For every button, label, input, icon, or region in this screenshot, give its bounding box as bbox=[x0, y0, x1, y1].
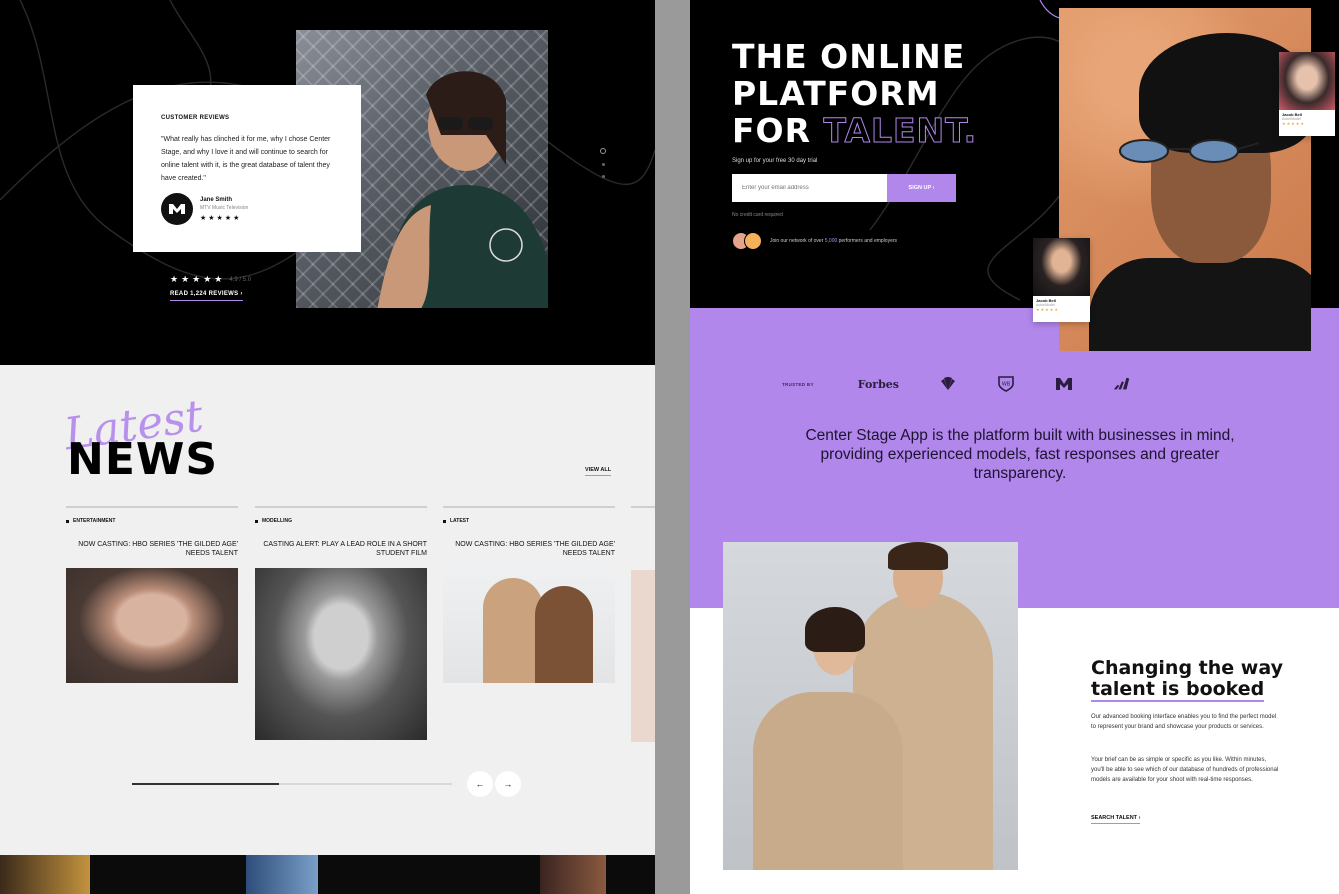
footer-thumb bbox=[246, 855, 318, 894]
trusted-logos: TRUSTED BY Forbes WB bbox=[782, 376, 1131, 392]
read-reviews-link[interactable]: READ 1,224 REVIEWS › bbox=[170, 291, 243, 301]
news-image-portrait[interactable] bbox=[66, 568, 238, 683]
review-author: Jane Smith MTV Music Television ★★★★★ bbox=[161, 193, 248, 225]
talent-stars: ★★★★★ bbox=[1282, 121, 1305, 126]
talent-mini-card[interactable]: Jacob Bell Actor/Model ★★★★★ bbox=[1279, 52, 1335, 136]
news-headline[interactable]: CASTING ALERT: PLAY A LEAD ROLE IN A SHO… bbox=[255, 540, 427, 562]
news-image-couple[interactable] bbox=[443, 568, 615, 683]
signup-form: SIGN UP › bbox=[732, 174, 956, 202]
hero-headline: THE ONLINE PLATFORM FOR TALENT. bbox=[732, 37, 978, 150]
couple-photo bbox=[723, 542, 1018, 870]
hero-subtitle: Sign up for your free 30 day trial bbox=[732, 158, 818, 164]
feature-heading: Changing the way talent is booked bbox=[1091, 657, 1283, 702]
news-card[interactable]: ENTERTAINMENT NOW CASTING: HBO SERIES 'T… bbox=[66, 506, 238, 683]
news-headline[interactable]: NOW CASTING: HBO SERIES 'THE GILDED AGE'… bbox=[443, 540, 615, 562]
news-category: ENTERTAINMENT bbox=[66, 518, 238, 524]
email-input[interactable] bbox=[732, 174, 887, 202]
mtv-logo-icon bbox=[1055, 376, 1073, 392]
talent-mini-card[interactable]: Jacob Bell Actor/Model ★★★★★ bbox=[1033, 238, 1090, 322]
carousel-dots bbox=[600, 148, 606, 187]
forbes-logo: Forbes bbox=[857, 377, 899, 391]
footer-image-strip bbox=[0, 855, 655, 894]
feature-paragraph: Your brief can be as simple or specific … bbox=[1091, 757, 1279, 783]
reviews-hero-section: CUSTOMER REVIEWS "What really has clinch… bbox=[0, 0, 655, 365]
news-heading: NEWS bbox=[67, 434, 219, 485]
news-headline[interactable]: NOW CASTING: HBO SERIES 'THE GILDED AGE'… bbox=[66, 540, 238, 562]
avatar bbox=[744, 232, 762, 250]
news-card[interactable]: LATEST NOW CASTING: HBO SERIES 'THE GILD… bbox=[443, 506, 615, 683]
footer-thumb bbox=[0, 855, 90, 894]
talent-stars: ★★★★★ bbox=[1036, 307, 1059, 312]
next-arrow-button[interactable]: → bbox=[495, 771, 521, 797]
warner-bros-logo-icon: WB bbox=[997, 376, 1015, 392]
right-page-mockup: THE ONLINE PLATFORM FOR TALENT. Sign up … bbox=[690, 0, 1339, 894]
trusted-label: TRUSTED BY bbox=[782, 381, 814, 387]
overall-rating: ★★★★★ 4.9 / 5.0 bbox=[170, 274, 251, 285]
rating-score: 4.9 / 5.0 bbox=[229, 276, 252, 283]
news-category: LATEST bbox=[443, 518, 615, 524]
signup-button[interactable]: SIGN UP › bbox=[887, 174, 956, 202]
news-image-bw-portrait[interactable] bbox=[255, 568, 427, 740]
left-page-mockup: CUSTOMER REVIEWS "What really has clinch… bbox=[0, 0, 655, 894]
talent-name: Jacob Bell bbox=[1036, 298, 1057, 303]
rating-stars: ★★★★★ bbox=[170, 274, 226, 284]
view-all-link[interactable]: VIEW ALL bbox=[585, 467, 612, 476]
slider-progress-track[interactable] bbox=[132, 783, 452, 785]
news-card[interactable]: MODELLING CASTING ALERT: PLAY A LEAD ROL… bbox=[255, 506, 427, 740]
customer-review-card: CUSTOMER REVIEWS "What really has clinch… bbox=[133, 85, 361, 252]
mtv-logo-icon bbox=[161, 193, 193, 225]
svg-text:WB: WB bbox=[1002, 382, 1011, 388]
author-name: Jane Smith bbox=[200, 196, 233, 203]
carousel-dot[interactable] bbox=[601, 175, 605, 178]
author-role: MTV Music Television bbox=[200, 204, 249, 211]
review-kicker: CUSTOMER REVIEWS bbox=[161, 115, 230, 121]
slider-progress-fill bbox=[132, 783, 280, 785]
carousel-dot[interactable] bbox=[601, 163, 605, 166]
prev-arrow-button[interactable]: ← bbox=[467, 771, 493, 797]
author-stars: ★★★★★ bbox=[200, 214, 242, 222]
no-credit-card-note: No credit card required bbox=[732, 212, 783, 218]
nbc-logo-icon bbox=[939, 376, 957, 392]
hero-man-photo bbox=[1059, 8, 1311, 351]
network-info: Join our network of over 5,000 performer… bbox=[732, 232, 897, 250]
carousel-dot-active[interactable] bbox=[600, 148, 606, 154]
platform-description: Center Stage App is the platform built w… bbox=[805, 427, 1235, 482]
adidas-logo-icon bbox=[1113, 376, 1131, 392]
news-card-partial[interactable] bbox=[631, 506, 655, 742]
footer-thumb bbox=[540, 855, 606, 894]
talent-name: Jacob Bell bbox=[1282, 112, 1303, 117]
feature-paragraph: Our advanced booking interface enables y… bbox=[1091, 714, 1277, 730]
search-talent-link[interactable]: SEARCH TALENT › bbox=[1091, 815, 1141, 824]
news-category: MODELLING bbox=[255, 518, 427, 524]
network-count: 5,000 bbox=[824, 238, 838, 244]
review-quote: "What really has clinched it for me, why… bbox=[161, 136, 331, 182]
